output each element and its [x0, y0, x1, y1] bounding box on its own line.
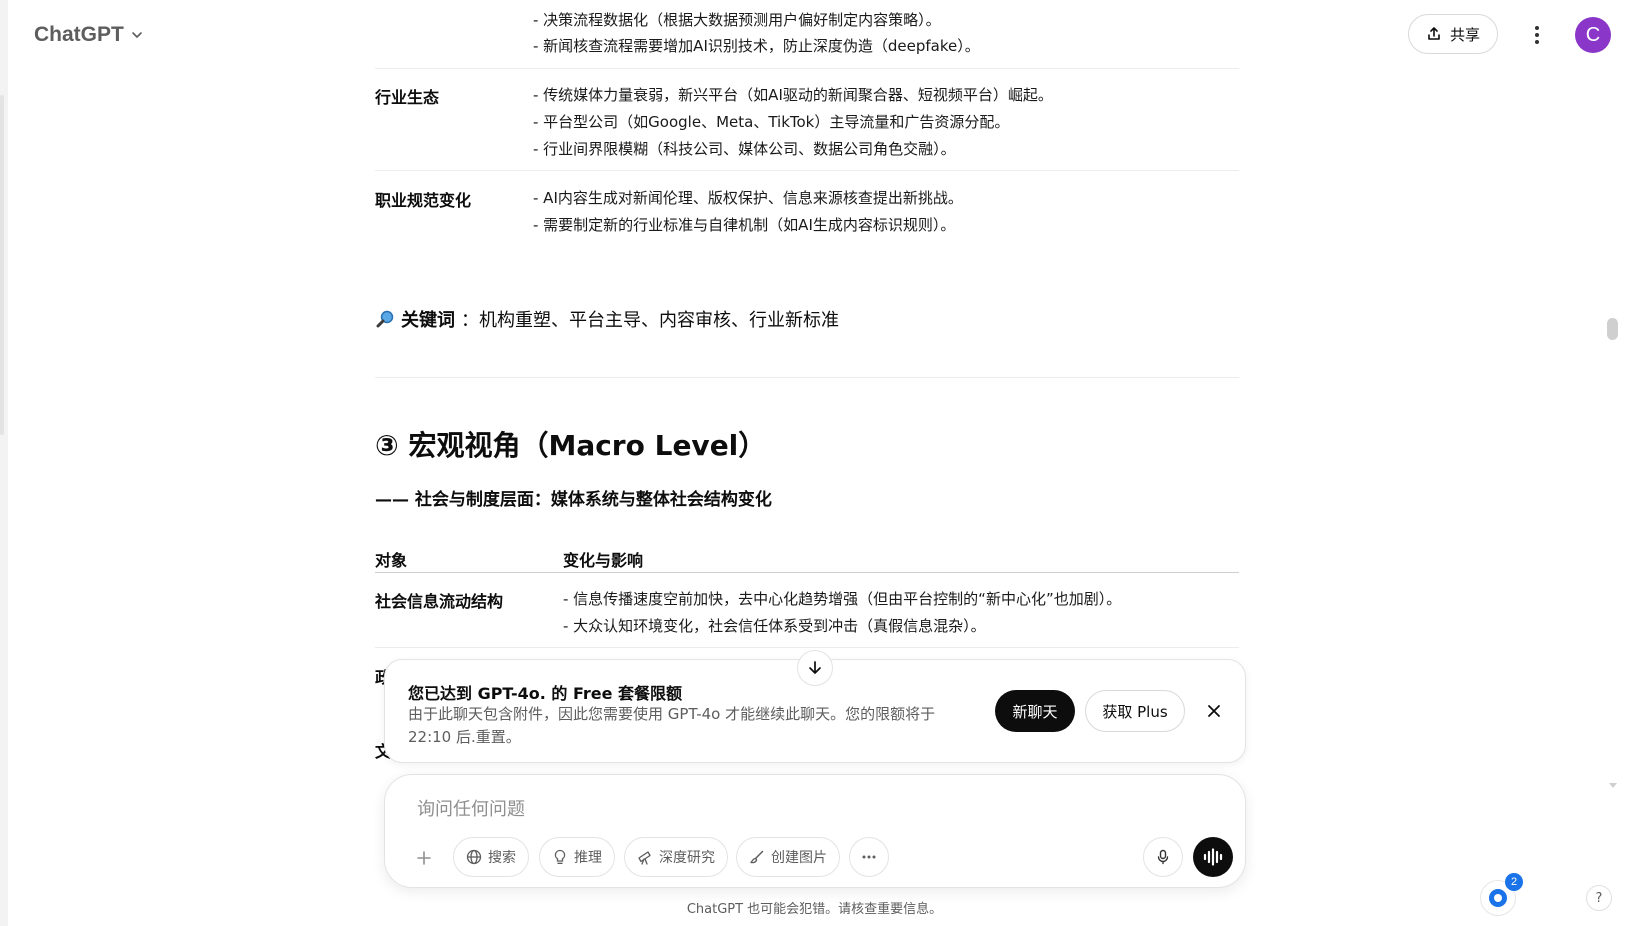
magnifier-icon: [376, 310, 394, 328]
section-subheading: —— 社会与制度层面：媒体系统与整体社会结构变化: [375, 490, 772, 510]
deep-research-tool-button[interactable]: 深度研究: [624, 837, 728, 877]
brush-icon: [750, 850, 764, 864]
get-plus-button[interactable]: 获取 Plus: [1085, 690, 1185, 732]
scrollbar-down-arrow-icon[interactable]: [1608, 780, 1618, 790]
plus-icon: [417, 851, 431, 865]
chat-bubble-icon: [1489, 889, 1507, 907]
keywords-label: 关键词: [401, 310, 455, 331]
vertical-dots-icon: [1535, 26, 1539, 44]
brand-title: ChatGPT: [34, 23, 124, 46]
scroll-to-bottom-button[interactable]: [797, 650, 833, 686]
table-row-label: 职业规范变化: [375, 191, 472, 210]
table-cell-line: - 行业间界限模糊（科技公司、媒体公司、数据公司角色交融）。: [533, 140, 956, 158]
prompt-input[interactable]: [415, 793, 1199, 825]
help-button[interactable]: ?: [1586, 885, 1612, 911]
table-cell-line: - 大众认知环境变化，社会信任体系受到冲击（真假信息混杂）。: [563, 617, 986, 635]
banner-close-button[interactable]: [1203, 700, 1225, 722]
microphone-icon: [1157, 849, 1169, 865]
table-cell-line: - 需要制定新的行业标准与自律机制（如AI生成内容标识规则）。: [533, 216, 956, 234]
reason-tool-button[interactable]: 推理: [539, 837, 615, 877]
table-cell-line: - 信息传播速度空前加快，去中心化趋势增强（但由平台控制的“新中心化”也加剧）。: [563, 590, 1122, 608]
search-tool-label: 搜索: [488, 850, 516, 866]
table-header-divider: [375, 572, 1239, 573]
keywords-text: ：机构重塑、平台主导、内容审核、行业新标准: [461, 310, 839, 331]
table-header-object: 对象: [375, 551, 408, 570]
reason-tool-label: 推理: [574, 850, 602, 866]
table-header-change: 变化与影响: [563, 551, 644, 570]
section-divider: [375, 377, 1239, 378]
scrollbar-thumb[interactable]: [1607, 318, 1618, 340]
table-row-divider: [375, 68, 1239, 69]
share-button[interactable]: 共享: [1408, 14, 1498, 54]
create-image-tool-button[interactable]: 创建图片: [736, 837, 840, 877]
banner-title: 您已达到 GPT-4o. 的 Free 套餐限额: [408, 684, 683, 703]
voice-mode-button[interactable]: [1193, 837, 1233, 877]
message-composer: 搜索 推理 深度研究 创建图片: [384, 774, 1246, 888]
table-row-label: 社会信息流动结构: [375, 592, 504, 611]
telescope-icon: [638, 851, 651, 865]
share-icon: [1428, 27, 1440, 40]
keywords-line: 关键词 ：机构重塑、平台主导、内容审核、行业新标准: [375, 306, 839, 332]
close-icon: [1208, 705, 1220, 717]
disclaimer-note: ChatGPT 也可能会犯错。请核查重要信息。: [686, 902, 943, 917]
left-frame-bar: [0, 95, 4, 435]
lightbulb-icon: [554, 849, 566, 864]
globe-icon: [466, 849, 482, 865]
banner-text: 由于此聊天包含附件，因此您需要使用 GPT-4o 才能继续此聊天。您的限额将于 …: [408, 705, 936, 746]
waveform-icon: [1203, 848, 1223, 866]
dictate-button[interactable]: [1143, 837, 1183, 877]
table-row-label: 行业生态: [375, 88, 440, 107]
left-frame: [0, 0, 8, 926]
search-tool-button[interactable]: 搜索: [453, 837, 529, 877]
table-row-divider: [375, 647, 1239, 648]
create-image-tool-label: 创建图片: [771, 850, 827, 866]
section-heading: ③ 宏观视角（Macro Level）: [375, 429, 767, 462]
table-row-divider: [375, 170, 1239, 171]
table-cell-line: - 平台型公司（如Google、Meta、TikTok）主导流量和广告资源分配。: [533, 113, 1010, 131]
more-options-button[interactable]: [1523, 20, 1551, 50]
share-label: 共享: [1449, 25, 1480, 44]
deep-research-tool-label: 深度研究: [659, 850, 715, 866]
horizontal-dots-icon: [862, 855, 876, 859]
table-cell-line: - 决策流程数据化（根据大数据预测用户偏好制定内容策略）。: [533, 11, 941, 29]
add-attachment-button[interactable]: [407, 841, 441, 875]
user-avatar[interactable]: C: [1575, 17, 1611, 53]
table-cell-line: - AI内容生成对新闻伦理、版权保护、信息来源核查提出新挑战。: [533, 189, 963, 207]
arrow-down-icon: [809, 661, 821, 674]
model-switcher[interactable]: ChatGPT: [34, 20, 144, 50]
chevron-down-icon: [132, 32, 142, 38]
table-cell-line: - 新闻核查流程需要增加AI识别技术，防止深度伪造（deepfake）。: [533, 37, 980, 55]
table-cell-line: - 传统媒体力量衰弱，新兴平台（如AI驱动的新闻聚合器、短视频平台）崛起。: [533, 86, 1053, 104]
new-chat-button[interactable]: 新聊天: [995, 690, 1075, 732]
notification-count-badge: 2: [1505, 873, 1523, 891]
more-tools-button[interactable]: [849, 837, 889, 877]
